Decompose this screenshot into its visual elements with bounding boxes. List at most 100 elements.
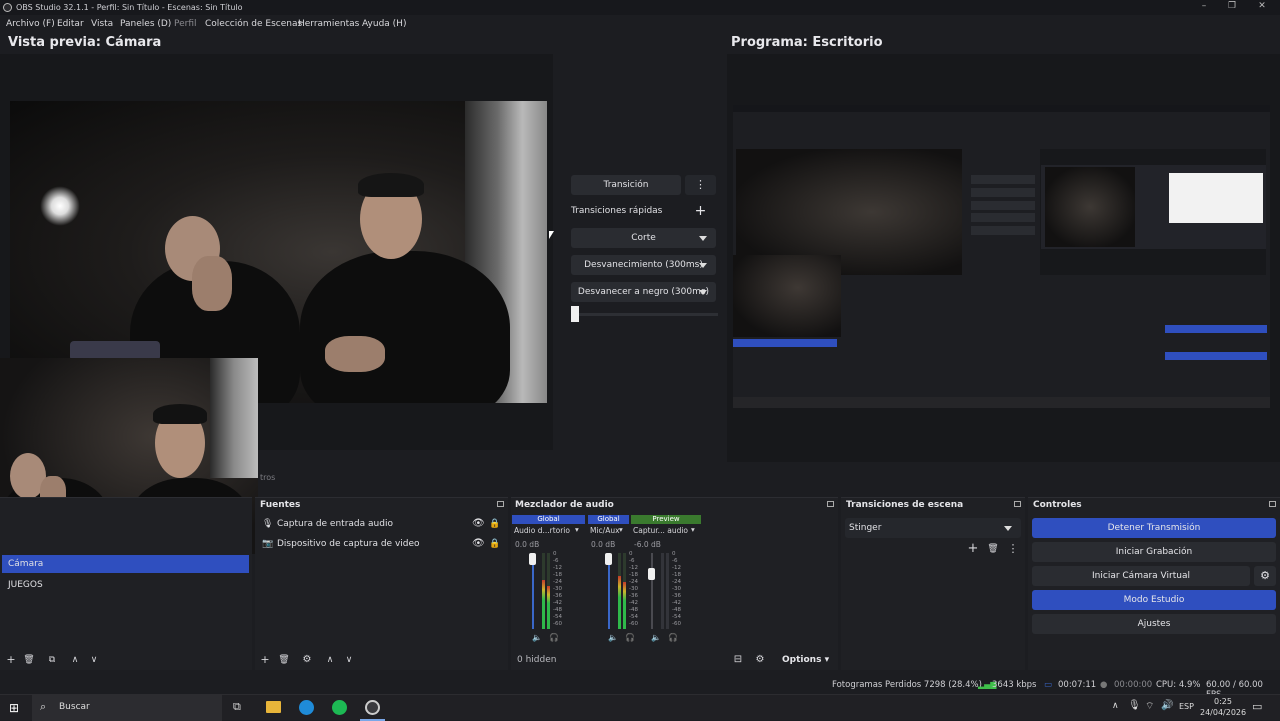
- menu-paneles[interactable]: Paneles (D): [120, 19, 171, 29]
- meter-scale-tick: -6: [629, 558, 635, 564]
- lock-icon[interactable]: 🔒: [489, 515, 500, 533]
- record-icon: ●: [1100, 680, 1108, 690]
- volume-slider-handle[interactable]: [605, 553, 612, 565]
- menu-editar[interactable]: Editar: [57, 19, 84, 29]
- window-title: OBS Studio 32.1.1 - Perfil: Sin Título -…: [16, 3, 243, 12]
- t-bar-track[interactable]: [571, 313, 718, 316]
- dock-float-icon[interactable]: [497, 501, 504, 507]
- monitor-icon[interactable]: 🎧: [549, 633, 559, 642]
- dock-float-icon[interactable]: [1014, 501, 1021, 507]
- network-icon[interactable]: ⌔: [1145, 700, 1154, 713]
- mute-icon[interactable]: 🔈: [651, 633, 661, 642]
- notifications-icon[interactable]: ▭: [1252, 700, 1262, 713]
- edge-icon[interactable]: [299, 700, 314, 715]
- transition-button[interactable]: Transición: [571, 175, 681, 195]
- monitor-icon[interactable]: 🎧: [625, 633, 635, 642]
- remove-transition-icon[interactable]: 🗑: [986, 542, 1000, 556]
- eye-icon[interactable]: 👁: [472, 515, 485, 533]
- dock-float-icon[interactable]: [1269, 501, 1276, 507]
- menu-bar: Archivo (F) Editar Vista Paneles (D) Per…: [0, 15, 1280, 33]
- mixer-options-button[interactable]: Options ▾: [782, 655, 829, 665]
- cpu-usage: CPU: 4.9%: [1156, 680, 1201, 690]
- transition-menu-icon[interactable]: ⋮: [685, 175, 716, 195]
- volume-icon[interactable]: 🔊: [1161, 700, 1173, 711]
- menu-ayuda[interactable]: Ayuda (H): [362, 19, 406, 29]
- taskbar-search[interactable]: ⌕ Buscar: [32, 695, 222, 721]
- language-indicator[interactable]: ESP: [1179, 702, 1194, 711]
- chevron-down-icon[interactable]: ▾: [691, 525, 695, 534]
- scene-filters-icon[interactable]: ⧉: [45, 653, 59, 667]
- obs-taskbar-icon[interactable]: [365, 700, 380, 715]
- clock-time[interactable]: 0:25: [1214, 697, 1232, 706]
- remove-source-icon[interactable]: 🗑: [277, 653, 291, 667]
- monitor-icon[interactable]: 🎧: [668, 633, 678, 642]
- virtual-camera-settings-icon[interactable]: ⚙: [1254, 566, 1276, 586]
- meter-scale-tick: -12: [672, 565, 681, 571]
- transition-more-icon[interactable]: ⋮: [1006, 542, 1020, 556]
- windows-start-icon[interactable]: ⊞: [9, 701, 19, 715]
- quick-transition-fade-black[interactable]: Desvanecer a negro (300ms): [571, 282, 716, 302]
- meter-scale-tick: -48: [672, 607, 681, 613]
- audio-meter-bg: [661, 553, 664, 629]
- menu-herramientas[interactable]: Herramientas: [298, 19, 359, 29]
- source-item-audio[interactable]: 🎙 Captura de entrada audio 👁 🔒: [258, 515, 504, 533]
- mixer-channel-name[interactable]: Captur... audio: [633, 526, 688, 535]
- scene-item[interactable]: JUEGOS: [2, 576, 249, 594]
- mixer-settings-icon[interactable]: ⚙: [753, 653, 767, 667]
- eye-icon[interactable]: 👁: [472, 535, 485, 553]
- close-icon[interactable]: ✕: [1252, 1, 1272, 11]
- mixer-layout-icon[interactable]: ⊟: [731, 653, 745, 667]
- scene-item[interactable]: Cámara: [2, 555, 249, 573]
- meter-scale-tick: -60: [672, 621, 681, 627]
- transition-select[interactable]: Stinger: [845, 518, 1021, 538]
- menu-vista[interactable]: Vista: [91, 19, 113, 29]
- volume-slider-handle[interactable]: [648, 568, 655, 580]
- file-explorer-icon[interactable]: [266, 701, 281, 713]
- tray-chevron-up-icon[interactable]: ∧: [1112, 701, 1119, 711]
- move-down-icon[interactable]: ∨: [342, 653, 356, 667]
- chevron-down-icon[interactable]: ▾: [619, 525, 623, 534]
- add-quick-transition-icon[interactable]: +: [685, 202, 716, 222]
- mute-icon[interactable]: 🔈: [532, 633, 542, 642]
- maximize-icon[interactable]: ❐: [1222, 1, 1242, 11]
- source-item-video[interactable]: 📷 Dispositivo de captura de video 👁 🔒: [258, 535, 504, 553]
- mic-tray-icon[interactable]: 🎙: [1128, 700, 1141, 711]
- meter-scale-tick: -24: [553, 579, 562, 585]
- mute-icon[interactable]: 🔈: [608, 633, 618, 642]
- studio-mode-button[interactable]: Modo Estudio: [1032, 590, 1276, 610]
- volume-slider-handle[interactable]: [529, 553, 536, 565]
- lock-icon[interactable]: 🔒: [489, 535, 500, 553]
- menu-archivo[interactable]: Archivo (F): [6, 19, 55, 29]
- meter-scale-tick: -24: [672, 579, 681, 585]
- add-source-icon[interactable]: +: [258, 653, 272, 667]
- mixer-hidden-count: 0 hidden: [517, 655, 557, 665]
- menu-perfil[interactable]: Perfil: [174, 19, 197, 29]
- mixer-channel-name[interactable]: Mic/Aux: [590, 526, 620, 535]
- mouse-cursor-icon: [549, 231, 554, 239]
- controls-title: Controles: [1033, 500, 1082, 510]
- source-properties-icon[interactable]: ⚙: [300, 653, 314, 667]
- move-up-icon[interactable]: ∧: [68, 653, 82, 667]
- chevron-down-icon: [699, 290, 707, 295]
- mixer-channel-name[interactable]: Audio d...rtorio: [514, 526, 570, 535]
- move-up-icon[interactable]: ∧: [323, 653, 337, 667]
- menu-coleccion[interactable]: Colección de Escenas: [205, 19, 302, 29]
- remove-scene-icon[interactable]: 🗑: [22, 653, 36, 667]
- chevron-down-icon[interactable]: ▾: [575, 525, 579, 534]
- spotify-icon[interactable]: [332, 700, 347, 715]
- dock-float-icon[interactable]: [827, 501, 834, 507]
- quick-transition-corte[interactable]: Corte: [571, 228, 716, 248]
- volume-slider-track[interactable]: [651, 553, 653, 629]
- task-view-icon[interactable]: ⧉: [233, 700, 241, 714]
- add-scene-icon[interactable]: +: [4, 653, 18, 667]
- start-recording-button[interactable]: Iniciar Grabación: [1032, 542, 1276, 562]
- add-transition-icon[interactable]: +: [966, 542, 980, 556]
- clock-date[interactable]: 24/04/2026: [1200, 708, 1246, 717]
- move-down-icon[interactable]: ∨: [87, 653, 101, 667]
- start-virtual-camera-button[interactable]: Iniciar Cámara Virtual: [1032, 566, 1250, 586]
- stop-streaming-button[interactable]: Detener Transmisión: [1032, 518, 1276, 538]
- quick-transition-fade[interactable]: Desvanecimiento (300ms): [571, 255, 716, 275]
- t-bar-handle[interactable]: [571, 306, 579, 322]
- settings-button[interactable]: Ajustes: [1032, 614, 1276, 634]
- minimize-icon[interactable]: –: [1194, 1, 1214, 11]
